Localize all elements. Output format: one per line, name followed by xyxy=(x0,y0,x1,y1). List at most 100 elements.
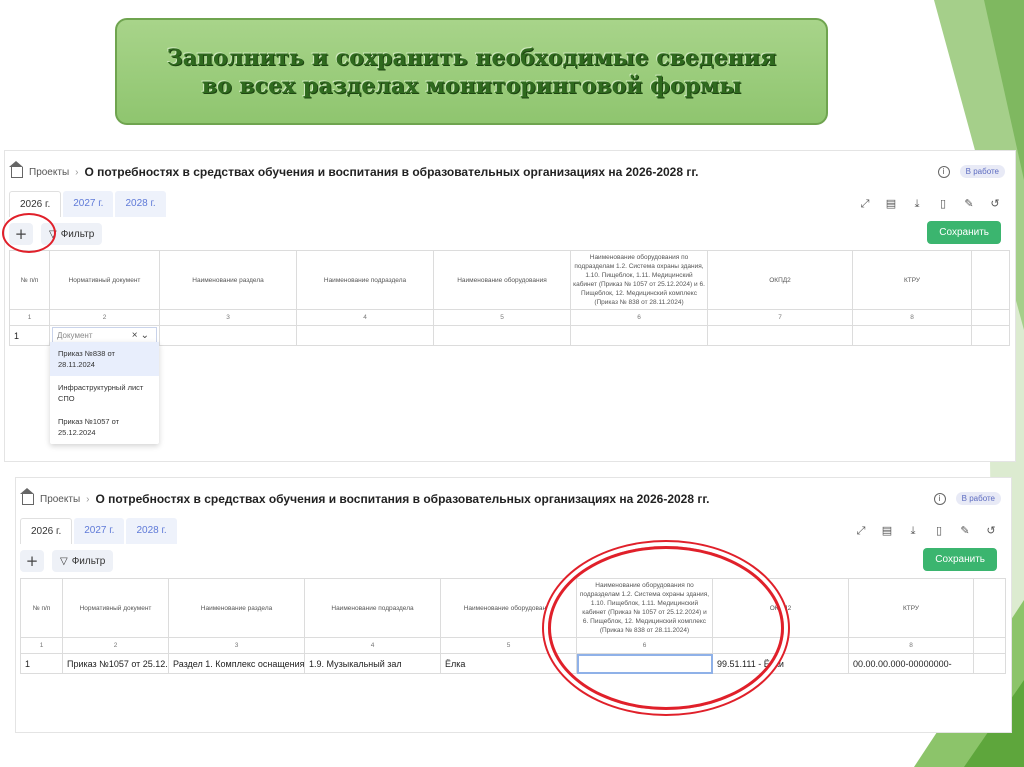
ktru-cell[interactable] xyxy=(852,325,972,346)
tab-2027[interactable]: 2027 г. xyxy=(63,191,114,217)
index-cell: 7 xyxy=(707,309,853,326)
tab-2028[interactable]: 2028 г. xyxy=(115,191,166,217)
clipboard-icon[interactable]: ▤ xyxy=(881,524,893,538)
banner-line-1: Заполнить и сохранить необходимые сведен… xyxy=(166,44,777,71)
filter-icon: ▽ xyxy=(49,228,57,240)
add-row-button[interactable]: + xyxy=(20,550,44,572)
clear-icon[interactable]: × xyxy=(132,330,141,341)
edit-icon[interactable]: ✎ xyxy=(963,197,975,211)
subsection-cell[interactable]: 1.9. Музыкальный зал xyxy=(304,653,441,674)
index-cell: 1 xyxy=(9,309,50,326)
info-icon[interactable]: i xyxy=(937,165,950,178)
tab-2027[interactable]: 2027 г. xyxy=(74,518,125,544)
download-icon[interactable]: ⤓ xyxy=(911,197,923,211)
header-okpd2: ОКПД2 xyxy=(712,578,849,638)
equipment-cell[interactable] xyxy=(433,325,571,346)
row-number: 1 xyxy=(9,325,50,346)
year-tabs: 2026 г. 2027 г. 2028 г. xyxy=(9,191,168,217)
header-extra xyxy=(973,578,1006,638)
ktru-cell[interactable]: 00.00.00.000-00000000- xyxy=(848,653,974,674)
document-cell[interactable]: Приказ №1057 от 25.12.2 xyxy=(62,653,169,674)
history-icon[interactable]: ↺ xyxy=(985,524,997,538)
header-document: Нормативный документ xyxy=(62,578,169,638)
screenshot-dropdown-step: Проекты › О потребностях в средствах обу… xyxy=(4,150,1016,462)
header-num: № п/п xyxy=(9,250,50,310)
header-status: i В работе xyxy=(937,165,1005,178)
data-table: № п/п Нормативный документ Наименование … xyxy=(20,578,1006,674)
breadcrumb-separator: › xyxy=(75,166,79,178)
filter-icon: ▽ xyxy=(60,555,68,567)
filter-label: Фильтр xyxy=(71,555,106,567)
header-subsection: Наименование подраздела xyxy=(304,578,441,638)
table-row: 1 Приказ №1057 от 25.12.2 Раздел 1. Комп… xyxy=(20,653,1006,674)
filter-button[interactable]: ▽ Фильтр xyxy=(41,223,103,245)
index-cell: 3 xyxy=(168,637,305,654)
expand-icon[interactable]: ⤢ xyxy=(855,524,867,538)
filter-label: Фильтр xyxy=(60,228,95,240)
page-title: О потребностях в средствах обучения и во… xyxy=(84,165,699,179)
index-cell: 8 xyxy=(852,309,972,326)
index-cell: 6 xyxy=(576,637,713,654)
tab-2026[interactable]: 2026 г. xyxy=(9,191,62,217)
info-icon[interactable]: i xyxy=(933,492,946,505)
add-row-button[interactable]: + xyxy=(9,223,33,245)
year-tabs: 2026 г. 2027 г. 2028 г. xyxy=(20,518,179,544)
equipment-by-subsections-cell[interactable] xyxy=(576,653,713,674)
breadcrumb-separator: › xyxy=(86,493,90,505)
data-table: № п/п Нормативный документ Наименование … xyxy=(9,250,1010,346)
expand-icon[interactable]: ⤢ xyxy=(859,197,871,211)
okpd2-cell[interactable] xyxy=(707,325,853,346)
subsection-cell[interactable] xyxy=(296,325,434,346)
index-cell: 4 xyxy=(304,637,441,654)
index-cell: 4 xyxy=(296,309,434,326)
toolbar-icons: ⤢ ▤ ⤓ ▯ ✎ ↺ xyxy=(859,197,1001,211)
header-document: Нормативный документ xyxy=(49,250,160,310)
extra-cell xyxy=(973,653,1006,674)
filter-button[interactable]: ▽ Фильтр xyxy=(52,550,114,572)
header-ktru: КТРУ xyxy=(852,250,972,310)
header-equipment-by-subsections: Наименование оборудования по подразделам… xyxy=(576,578,713,638)
tab-2026[interactable]: 2026 г. xyxy=(20,518,73,544)
equipment-by-subsections-cell[interactable] xyxy=(570,325,708,346)
index-cell xyxy=(973,637,1006,654)
banner-line-2: во всех разделах мониторинговой формы xyxy=(201,72,742,99)
home-icon[interactable] xyxy=(9,160,23,178)
document-dropdown: Приказ №838 от 28.11.2024 Инфраструктурн… xyxy=(50,342,159,444)
table-row: 1 Документ ×⌄ xyxy=(9,325,1010,346)
tab-2028[interactable]: 2028 г. xyxy=(126,518,177,544)
dropdown-option[interactable]: Инфраструктурный лист СПО xyxy=(50,376,159,410)
header-equipment: Наименование оборудования xyxy=(433,250,571,310)
index-cell: 2 xyxy=(49,309,160,326)
history-icon[interactable]: ↺ xyxy=(989,197,1001,211)
save-button[interactable]: Сохранить xyxy=(923,548,997,571)
clipboard-icon[interactable]: ▤ xyxy=(885,197,897,211)
save-button[interactable]: Сохранить xyxy=(927,221,1001,244)
row-number: 1 xyxy=(20,653,63,674)
index-cell: 2 xyxy=(62,637,169,654)
header-num: № п/п xyxy=(20,578,63,638)
toolbar-icons: ⤢ ▤ ⤓ ▯ ✎ ↺ xyxy=(855,524,997,538)
download-icon[interactable]: ⤓ xyxy=(907,524,919,538)
index-cell: 3 xyxy=(159,309,297,326)
home-icon[interactable] xyxy=(20,487,34,505)
section-cell[interactable] xyxy=(159,325,297,346)
header-equipment-by-subsections: Наименование оборудования по подразделам… xyxy=(570,250,708,310)
extra-cell xyxy=(971,325,1010,346)
chevron-down-icon[interactable]: ⌄ xyxy=(141,330,152,341)
okpd2-cell[interactable]: 99.51.111 - Ёлки xyxy=(712,653,849,674)
header-ktru: КТРУ xyxy=(848,578,974,638)
document-icon[interactable]: ▯ xyxy=(937,197,949,211)
document-placeholder: Документ xyxy=(57,331,93,340)
equipment-cell[interactable]: Ёлка xyxy=(440,653,577,674)
section-cell[interactable]: Раздел 1. Комплекс оснащения о xyxy=(168,653,305,674)
header-section: Наименование раздела xyxy=(159,250,297,310)
action-row: + ▽ Фильтр xyxy=(9,223,103,245)
breadcrumb-projects[interactable]: Проекты xyxy=(40,494,80,505)
breadcrumb-projects[interactable]: Проекты xyxy=(29,167,69,178)
edit-icon[interactable]: ✎ xyxy=(959,524,971,538)
breadcrumb: Проекты › О потребностях в средствах обу… xyxy=(9,160,699,179)
document-icon[interactable]: ▯ xyxy=(933,524,945,538)
dropdown-option[interactable]: Приказ №1057 от 25.12.2024 xyxy=(50,410,159,444)
dropdown-option[interactable]: Приказ №838 от 28.11.2024 xyxy=(50,342,159,376)
index-cell: 5 xyxy=(440,637,577,654)
